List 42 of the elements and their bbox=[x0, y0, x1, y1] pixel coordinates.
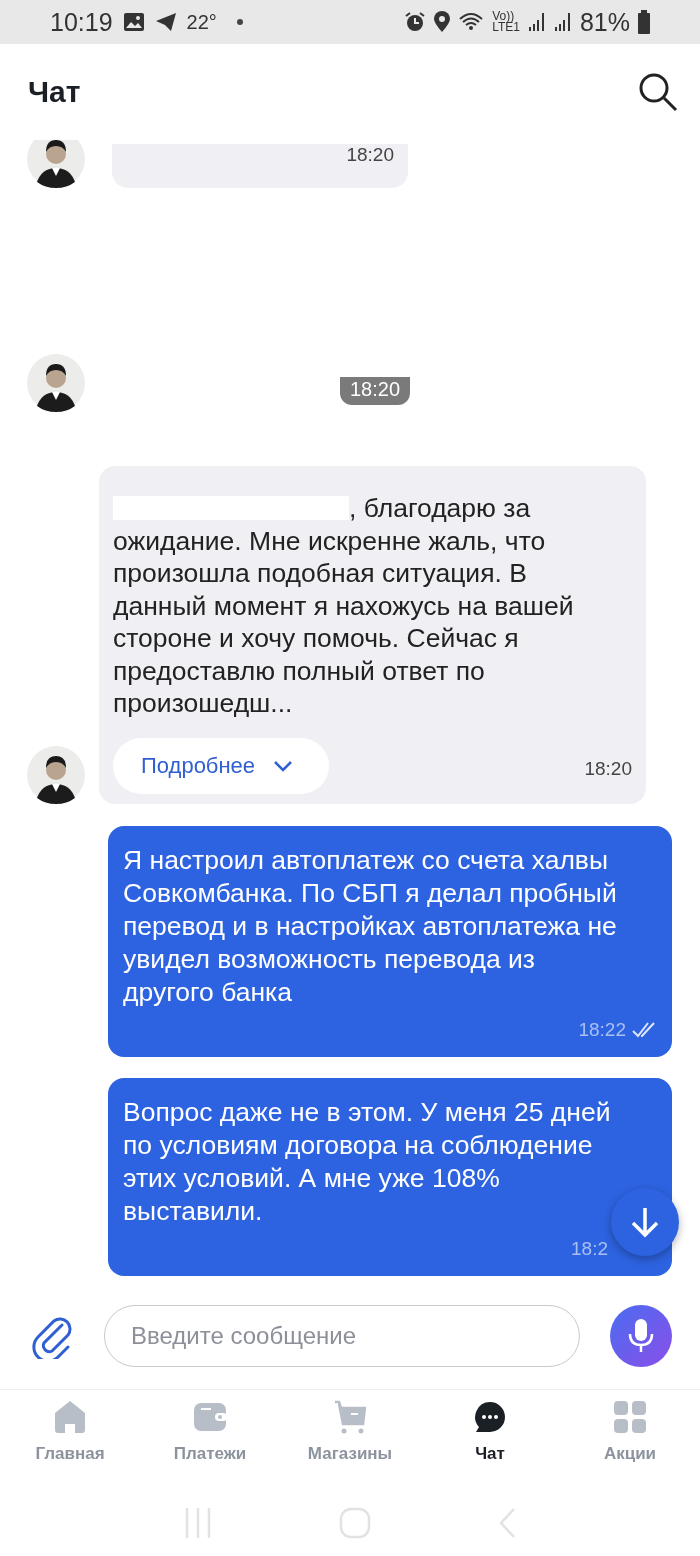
grid-icon bbox=[614, 1401, 646, 1433]
nav-tab[interactable]: Акции bbox=[560, 1398, 700, 1490]
battery-percent: 81% bbox=[579, 7, 630, 37]
avatar-icon bbox=[27, 354, 85, 412]
home-icon bbox=[54, 1400, 86, 1434]
wifi-icon bbox=[458, 12, 485, 32]
microphone-icon bbox=[628, 1317, 654, 1354]
avatar-icon bbox=[27, 745, 85, 804]
search-icon[interactable] bbox=[638, 72, 678, 112]
nav-tab[interactable]: Главная bbox=[0, 1398, 140, 1490]
message-time: 18:20 bbox=[346, 144, 394, 166]
screen-title: Чат bbox=[28, 75, 81, 109]
volte-label: Vo)) bbox=[492, 11, 515, 22]
location-pin-icon bbox=[434, 11, 451, 33]
message-text: Я настроил автоплатеж со счета халвы Совкомбанка. По СБП я делал пробный перевод и в настройках автоплатежа не увидел возможность перевода из другого банка bbox=[123, 843, 618, 1009]
nav-tab[interactable]: Магазины bbox=[280, 1398, 420, 1490]
alarm-icon bbox=[404, 11, 427, 33]
nav-tab[interactable]: Чат bbox=[420, 1398, 560, 1490]
image-icon bbox=[122, 12, 145, 32]
arrow-down-icon bbox=[630, 1206, 660, 1238]
chevron-down-icon bbox=[273, 759, 294, 772]
message-time: 18:2 bbox=[571, 1237, 608, 1260]
signal-icon bbox=[527, 11, 546, 33]
wallet-icon bbox=[193, 1402, 227, 1432]
message-text: Вопрос даже не в этом. У меня 25 дней по условиям договора на соблюдение этих условий. А мне уже 108% выставили. bbox=[123, 1095, 612, 1228]
cart-icon bbox=[334, 1400, 366, 1434]
avatar-icon bbox=[27, 140, 85, 188]
message-input[interactable]: Введите сообщение bbox=[104, 1304, 580, 1367]
message-time: 18:22 bbox=[578, 1018, 626, 1041]
chat-icon bbox=[474, 1401, 506, 1433]
nav-tab[interactable]: Платежи bbox=[140, 1398, 280, 1490]
message-text: , благодарю за ожидание. Мне искренне жаль, что произошла подобная ситуация. В данный момент я нахожусь на вашей стороне и хочу помочь. Сейчас я предоставлю полный ответ по произошедш... bbox=[113, 492, 575, 720]
paper-plane-icon bbox=[154, 12, 177, 32]
temperature: 22° bbox=[186, 10, 217, 34]
lte-label: LTE1 bbox=[492, 22, 520, 33]
message-time: 18:20 bbox=[340, 377, 411, 405]
clock: 10:19 bbox=[50, 7, 113, 37]
signal-icon bbox=[553, 11, 572, 33]
message-time: 18:20 bbox=[584, 757, 632, 780]
more-button[interactable]: Подробнее bbox=[113, 737, 330, 794]
battery-icon bbox=[638, 10, 650, 34]
notification-dot bbox=[236, 19, 243, 25]
